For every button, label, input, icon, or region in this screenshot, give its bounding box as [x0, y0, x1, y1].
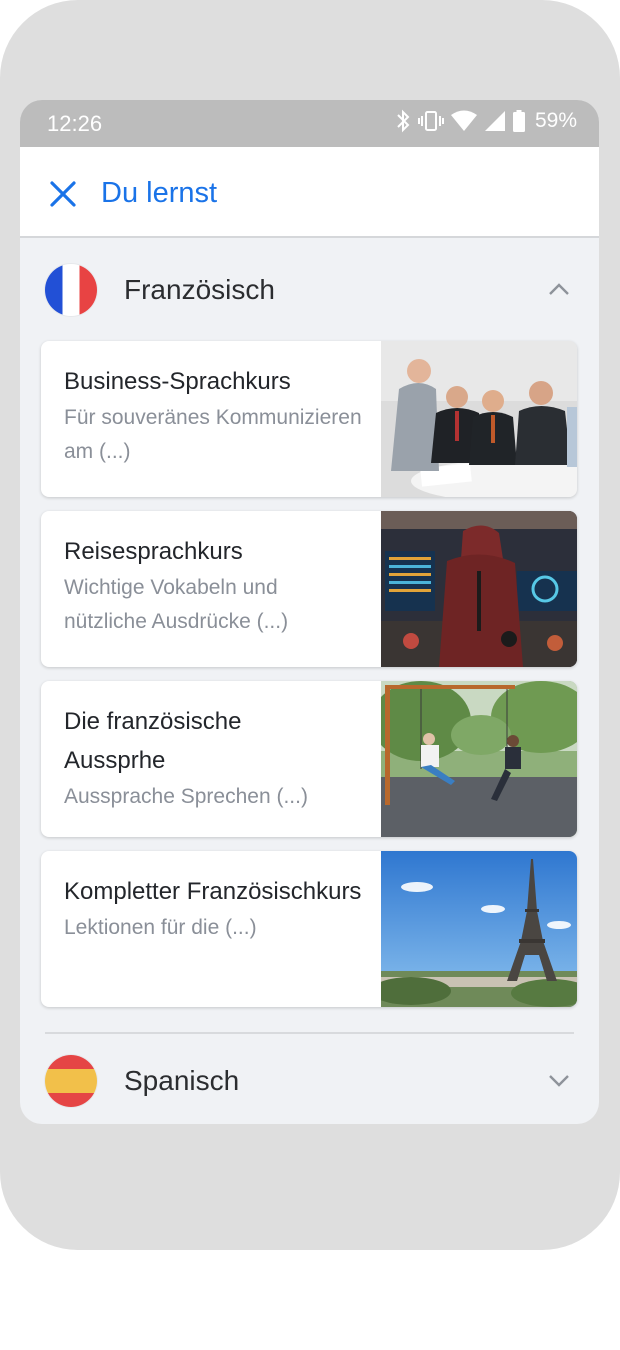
course-title: Business-Sprachkurs — [64, 368, 291, 395]
flag-france-icon — [45, 264, 97, 316]
section-divider — [45, 1032, 574, 1034]
course-title: Reisesprachkurs — [64, 538, 243, 565]
app-header: Du lernst — [20, 147, 599, 238]
language-name: Französisch — [124, 274, 275, 305]
course-card-complete[interactable]: Kompletter Französischkurs Lektionen für… — [41, 851, 577, 1007]
vibrate-icon — [417, 111, 444, 131]
page-title: Du lernst — [101, 177, 218, 209]
course-card-text: Reisesprachkurs Wichtige Vokabeln und nü… — [64, 532, 364, 639]
course-card-business[interactable]: Business-Sprachkurs Für souveränes Kommu… — [41, 341, 577, 497]
status-icons: 59% — [395, 109, 577, 133]
course-title: Kompletter Französischkurs — [64, 878, 362, 905]
course-title: Die französische Aussprhe — [64, 708, 242, 774]
language-row-french[interactable]: Französisch — [20, 257, 599, 321]
close-icon[interactable] — [48, 179, 78, 209]
flag-spain-icon — [45, 1055, 97, 1107]
course-card-text: Kompletter Französischkurs Lektionen für… — [64, 872, 364, 945]
airport-traveler-image — [381, 511, 577, 667]
course-card-travel[interactable]: Reisesprachkurs Wichtige Vokabeln und nü… — [41, 511, 577, 667]
status-bar: 12:26 59% — [20, 100, 599, 147]
language-row-spanish[interactable]: Spanisch — [20, 1048, 599, 1112]
course-subtitle: Lektionen für die (...) — [64, 916, 257, 939]
cell-signal-icon — [484, 111, 505, 131]
course-card-text: Die französische Aussprhe Aussprache Spr… — [64, 702, 364, 814]
course-card-pronunciation[interactable]: Die französische Aussprhe Aussprache Spr… — [41, 681, 577, 837]
status-time: 12:26 — [47, 111, 103, 136]
course-subtitle: Wichtige Vokabeln und nützliche Ausdrück… — [64, 576, 289, 633]
bluetooth-icon — [397, 109, 410, 133]
business-meeting-image — [381, 341, 577, 497]
course-subtitle: Aussprache Sprechen (...) — [64, 785, 308, 808]
battery-icon — [512, 110, 525, 132]
course-subtitle: Für souveränes Kommunizieren am (...) — [64, 406, 362, 463]
wifi-icon — [450, 110, 477, 131]
app-screen: 12:26 59% Du lernst Französisch Business… — [20, 100, 599, 1124]
language-name: Spanisch — [124, 1065, 240, 1096]
course-card-text: Business-Sprachkurs Für souveränes Kommu… — [64, 362, 364, 469]
chevron-down-icon[interactable] — [548, 1072, 570, 1088]
chevron-up-icon[interactable] — [548, 281, 570, 297]
battery-percentage: 59% — [534, 109, 577, 132]
park-swings-image — [381, 681, 577, 837]
eiffel-tower-image — [381, 851, 577, 1007]
